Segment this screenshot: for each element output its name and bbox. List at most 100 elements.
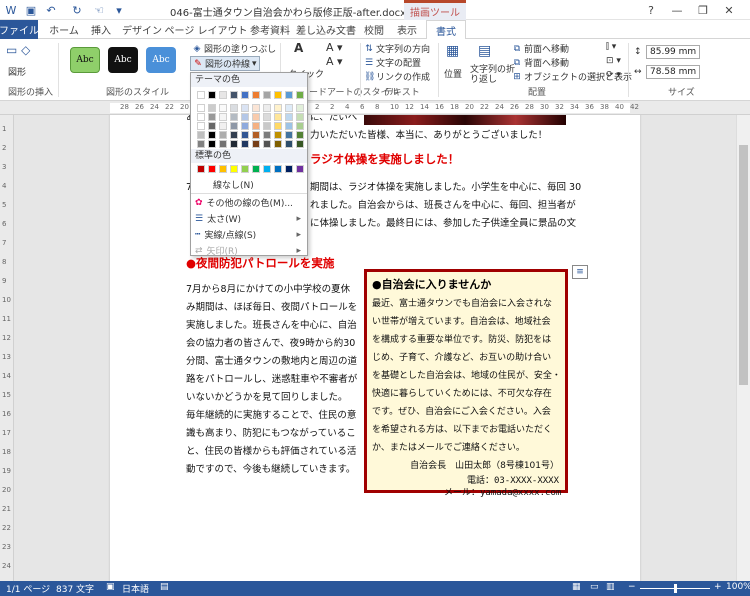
qat-customize-icon[interactable]: ▾ [112,2,126,18]
standard-color-swatch[interactable] [241,165,249,173]
theme-color-swatch[interactable] [219,104,227,112]
shape-button[interactable]: 図形 [8,65,26,78]
dashes-item[interactable]: ┅ 実線/点線(S) ▸ [195,227,305,242]
theme-color-swatch[interactable] [230,113,238,121]
group-objects-icon[interactable]: ⊡ ▾ [606,56,621,66]
standard-color-swatch[interactable] [296,165,304,173]
redo-icon[interactable]: ↻ [70,2,84,18]
theme-color-swatch[interactable] [241,140,249,148]
theme-color-swatch[interactable] [197,140,205,148]
theme-color-swatch[interactable] [263,104,271,112]
theme-color-swatch[interactable] [285,104,293,112]
theme-color-swatch[interactable] [252,91,260,99]
text-effects-icon[interactable]: A ▾ [326,55,343,68]
text-direction-button[interactable]: ⇅ 文字列の方向 [364,42,430,56]
shape-outline-button[interactable]: ✎ 図形の枠線 ▾ [190,56,260,71]
position-button[interactable]: 位置 [444,67,462,80]
tab-insert[interactable]: 挿入 [86,20,116,39]
wrap-text-icon[interactable]: ▤ [478,43,491,59]
close-button[interactable]: ✕ [718,2,740,18]
standard-color-swatch[interactable] [230,165,238,173]
theme-color-swatch[interactable] [252,131,260,139]
theme-color-swatch[interactable] [252,113,260,121]
theme-color-swatch[interactable] [252,140,260,148]
theme-color-swatch[interactable] [263,122,271,130]
theme-color-swatch[interactable] [230,91,238,99]
create-link-button[interactable]: ⛓ リンクの作成 [364,70,430,84]
width-input[interactable]: 78.58 mm [646,65,700,79]
theme-color-swatch[interactable] [296,113,304,121]
rotate-icon[interactable]: ⟳ ▾ [606,70,621,80]
theme-color-swatch[interactable] [208,122,216,130]
join-association-textbox[interactable]: ●自治会に入りませんか 最近、富士通タウンでも自治会に入会されな い世帯が増えて… [364,269,568,493]
tab-design[interactable]: デザイン [120,20,164,39]
theme-color-swatch[interactable] [263,140,271,148]
bring-forward-button[interactable]: ⧉ 前面へ移動 [512,42,569,56]
theme-color-swatch[interactable] [285,91,293,99]
zoom-out-icon[interactable]: − [628,582,636,592]
theme-color-swatch[interactable] [274,122,282,130]
standard-color-swatch[interactable] [285,165,293,173]
theme-color-swatch[interactable] [274,104,282,112]
undo-icon[interactable]: ↶ [44,2,58,18]
standard-color-swatch[interactable] [197,165,205,173]
theme-color-swatch[interactable] [285,113,293,121]
theme-color-swatch[interactable] [285,140,293,148]
theme-color-swatch[interactable] [230,131,238,139]
theme-color-swatch[interactable] [263,113,271,121]
minimize-button[interactable]: — [666,2,688,18]
tab-review[interactable]: 校閲 [360,20,388,39]
text-fill-icon[interactable]: A [294,41,303,55]
weight-item[interactable]: ☰ 太さ(W) ▸ [195,211,305,226]
send-backward-button[interactable]: ⧉ 背面へ移動 [512,56,569,70]
macro-icon[interactable]: ▤ [160,582,169,592]
zoom-slider-thumb[interactable] [674,584,677,593]
theme-color-swatch[interactable] [219,113,227,121]
tab-references[interactable]: 参考資料 [248,20,292,39]
style-swatch-black[interactable]: Abc [108,47,138,73]
theme-color-swatch[interactable] [241,104,249,112]
theme-color-swatch[interactable] [241,131,249,139]
standard-color-swatch[interactable] [252,165,260,173]
theme-color-swatch[interactable] [285,131,293,139]
web-layout-icon[interactable]: ▥ [606,582,615,592]
photo-image[interactable] [364,115,566,125]
save-icon[interactable]: ▣ [24,2,38,18]
align-objects-icon[interactable]: ⫿ ▾ [606,42,616,52]
theme-color-swatch[interactable] [285,122,293,130]
theme-color-swatch[interactable] [274,113,282,121]
theme-color-swatch[interactable] [296,131,304,139]
theme-color-swatch[interactable] [219,122,227,130]
theme-color-swatch[interactable] [219,131,227,139]
tab-format[interactable]: 書式 [426,20,466,40]
theme-color-swatch[interactable] [197,104,205,112]
theme-color-swatch[interactable] [296,122,304,130]
theme-color-swatch[interactable] [296,104,304,112]
theme-color-swatch[interactable] [296,91,304,99]
shapes-gallery-icon[interactable]: ▭ ◇ [6,43,30,57]
read-mode-icon[interactable]: ▦ [572,582,581,592]
standard-color-swatch[interactable] [274,165,282,173]
tab-file[interactable]: ファイル [0,20,39,39]
tab-view[interactable]: 表示 [392,20,422,39]
style-swatch-blue[interactable]: Abc [146,47,176,73]
standard-color-swatch[interactable] [208,165,216,173]
theme-color-swatch[interactable] [296,140,304,148]
theme-color-swatch[interactable] [208,140,216,148]
more-colors-item[interactable]: ✿ その他の線の色(M)... [195,195,305,210]
print-layout-icon[interactable]: ▭ [590,582,599,592]
theme-color-swatch[interactable] [230,104,238,112]
theme-color-swatch[interactable] [197,131,205,139]
tab-page-layout[interactable]: ページ レイアウト [165,20,248,39]
theme-color-swatch[interactable] [241,113,249,121]
theme-color-swatch[interactable] [274,131,282,139]
language[interactable]: 日本語 [122,582,149,595]
theme-color-swatch[interactable] [230,122,238,130]
theme-color-swatch[interactable] [208,104,216,112]
standard-color-swatch[interactable] [219,165,227,173]
text-align-button[interactable]: ☰ 文字の配置 [364,56,421,70]
theme-color-swatch[interactable] [219,91,227,99]
theme-color-swatch[interactable] [197,113,205,121]
theme-color-swatch[interactable] [263,91,271,99]
tab-home[interactable]: ホーム [44,20,84,39]
